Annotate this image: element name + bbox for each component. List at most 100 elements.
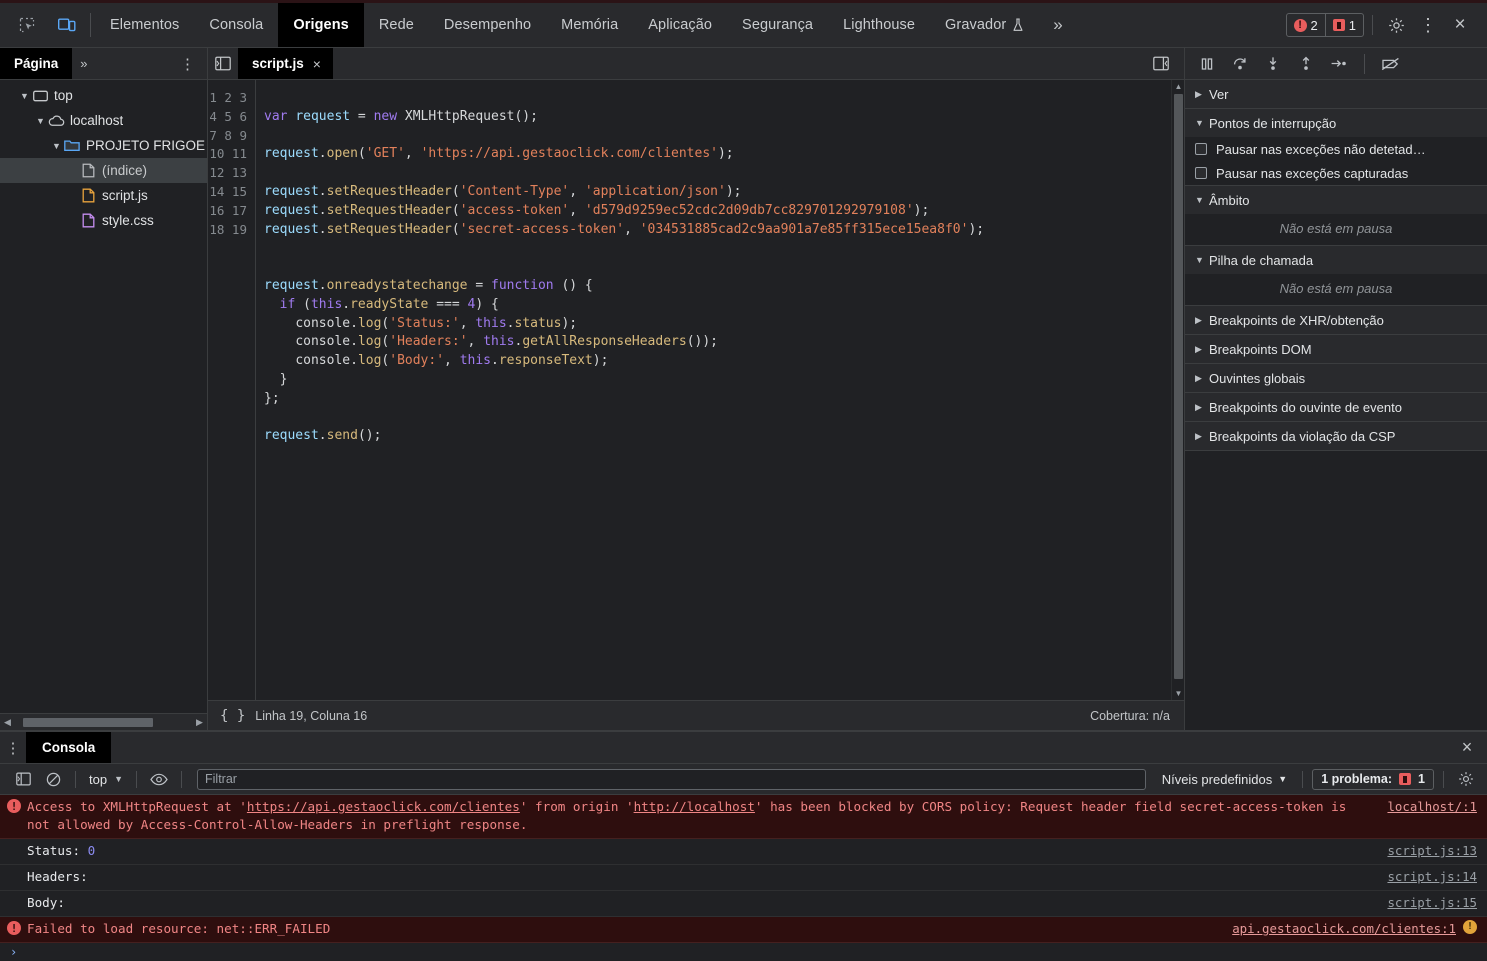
tree-item-script-js[interactable]: script.js <box>0 183 207 208</box>
kebab-icon[interactable]: ⋮ <box>1413 10 1443 40</box>
console-message-source-link[interactable]: script.js:14 <box>1387 868 1477 886</box>
close-icon[interactable]: × <box>313 56 321 72</box>
section-header-ver[interactable]: ▶ Ver <box>1185 80 1487 108</box>
resume-pause-button[interactable] <box>1193 51 1220 77</box>
chevron-down-icon[interactable]: ▼ <box>50 141 63 151</box>
console-context-selector[interactable]: top ▼ <box>85 772 127 787</box>
error-count-badge[interactable]: ! 2 <box>1287 14 1325 36</box>
tree-item-indice[interactable]: (índice) <box>0 158 207 183</box>
section-header-event-listener-breakpoints[interactable]: ▶ Breakpoints do ouvinte de evento <box>1185 393 1487 421</box>
tab-rede[interactable]: Rede <box>364 3 429 47</box>
console-message-source-link[interactable]: script.js:13 <box>1387 842 1477 860</box>
scroll-left-arrow[interactable]: ◀ <box>0 717 15 728</box>
scroll-thumb[interactable] <box>23 717 153 727</box>
step-out-button[interactable] <box>1292 51 1319 77</box>
checkbox[interactable] <box>1195 167 1207 179</box>
console-message-headers[interactable]: Headers: script.js:14 <box>0 865 1487 891</box>
navigator-tab-pagina[interactable]: Página <box>0 48 73 79</box>
console-settings-gear-icon[interactable] <box>1453 767 1479 791</box>
section-header-dom-breakpoints[interactable]: ▶ Breakpoints DOM <box>1185 335 1487 363</box>
source-code[interactable]: var request = new XMLHttpRequest(); requ… <box>256 80 1184 700</box>
step-button[interactable] <box>1325 51 1352 77</box>
tab-gravador[interactable]: Gravador <box>930 3 1039 47</box>
console-levels-selector[interactable]: Níveis predefinidos ▼ <box>1156 772 1293 787</box>
checkbox[interactable] <box>1195 143 1207 155</box>
chevron-down-icon[interactable]: ▼ <box>18 91 31 101</box>
console-link[interactable]: https://api.gestaoclick.com/clientes <box>247 799 520 814</box>
navigator-more-button[interactable]: » <box>72 48 95 79</box>
tab-elementos[interactable]: Elementos <box>95 3 194 47</box>
deactivate-breakpoints-button[interactable] <box>1377 51 1404 77</box>
checkbox-row-caught-exceptions[interactable]: Pausar nas exceções capturadas <box>1185 161 1487 185</box>
console-problems-badge[interactable]: 1 problema: 1 <box>1312 768 1434 790</box>
navigator-horizontal-scrollbar[interactable]: ◀ ▶ <box>0 713 207 730</box>
console-message-source-link[interactable]: script.js:15 <box>1387 894 1477 912</box>
tab-seguranca[interactable]: Segurança <box>727 3 828 47</box>
tree-item-style-css[interactable]: style.css <box>0 208 207 233</box>
toolbar-divider-2 <box>1372 15 1373 35</box>
warning-icon <box>1332 19 1345 31</box>
tree-item-projeto-frigoe[interactable]: ▼ PROJETO FRIGOE <box>0 133 207 158</box>
navigator-kebab-icon[interactable]: ⋮ <box>168 48 207 79</box>
console-message-source-link[interactable]: api.gestaoclick.com/clientes:1 <box>1232 920 1456 938</box>
show-debugger-sidebar-icon[interactable] <box>1146 56 1176 71</box>
section-header-breakpoints[interactable]: ▼ Pontos de interrupção <box>1185 109 1487 137</box>
section-header-call-stack[interactable]: ▼ Pilha de chamada <box>1185 246 1487 274</box>
section-header-csp-violation-breakpoints[interactable]: ▶ Breakpoints da violação da CSP <box>1185 422 1487 450</box>
drawer-close-icon[interactable]: × <box>1447 732 1487 763</box>
scroll-right-arrow[interactable]: ▶ <box>192 717 207 728</box>
tab-memoria[interactable]: Memória <box>546 3 633 47</box>
drawer-tab-consola[interactable]: Consola <box>26 732 112 763</box>
section-title: Pilha de chamada <box>1209 252 1314 268</box>
step-into-button[interactable] <box>1259 51 1286 77</box>
file-tree: ▼ top ▼ localhost ▼ PROJETO FRIGOE (índi… <box>0 80 207 713</box>
gear-icon[interactable] <box>1381 10 1411 40</box>
console-message-source-link[interactable]: localhost/:1 <box>1387 798 1477 816</box>
tab-origens[interactable]: Origens <box>278 3 364 47</box>
chevron-right-icon: ▶ <box>1195 314 1202 325</box>
section-header-xhr-breakpoints[interactable]: ▶ Breakpoints de XHR/obtenção <box>1185 306 1487 334</box>
console-message-body[interactable]: Body: script.js:15 <box>0 891 1487 917</box>
warning-count-badge[interactable]: 1 <box>1324 14 1363 36</box>
step-over-button[interactable] <box>1226 51 1253 77</box>
editor-tab-script-js[interactable]: script.js × <box>238 48 333 79</box>
scroll-down-arrow[interactable]: ▼ <box>1172 687 1184 700</box>
tab-lighthouse[interactable]: Lighthouse <box>828 3 930 47</box>
live-expression-eye-icon[interactable] <box>146 767 172 791</box>
show-navigator-icon[interactable] <box>208 48 238 79</box>
console-sidebar-icon[interactable] <box>10 767 36 791</box>
more-tabs-button[interactable]: » <box>1039 3 1076 47</box>
scroll-thumb[interactable] <box>1174 94 1183 679</box>
tab-consola[interactable]: Consola <box>194 3 278 47</box>
section-header-global-listeners[interactable]: ▶ Ouvintes globais <box>1185 364 1487 392</box>
editor-vertical-scrollbar[interactable]: ▲ ▼ <box>1171 80 1184 700</box>
console-message-failed-to-load[interactable]: ! Failed to load resource: net::ERR_FAIL… <box>0 917 1487 943</box>
tab-desempenho[interactable]: Desempenho <box>429 3 546 47</box>
device-toolbar-icon[interactable] <box>54 12 80 38</box>
cloud-icon <box>47 115 65 127</box>
issue-badges: ! 2 1 <box>1285 13 1364 37</box>
drawer-kebab-icon[interactable]: ⋮ <box>0 732 26 763</box>
close-icon[interactable]: × <box>1445 10 1475 40</box>
chevron-down-icon[interactable]: ▼ <box>34 116 47 126</box>
code-editor[interactable]: 1 2 3 4 5 6 7 8 9 10 11 12 13 14 15 16 1… <box>208 80 1184 700</box>
tab-aplicacao[interactable]: Aplicação <box>633 3 727 47</box>
pretty-print-icon[interactable]: { } <box>220 708 245 724</box>
scroll-track[interactable] <box>15 717 192 727</box>
tree-item-top[interactable]: ▼ top <box>0 83 207 108</box>
section-header-scope[interactable]: ▼ Âmbito <box>1185 186 1487 214</box>
clear-console-icon[interactable] <box>40 767 66 791</box>
inspect-element-icon[interactable] <box>14 12 40 38</box>
editor-tabbar-right <box>1146 48 1184 79</box>
console-message-cors-error[interactable]: ! Access to XMLHttpRequest at 'https://a… <box>0 795 1487 839</box>
log-label: Body: <box>27 895 65 910</box>
tree-item-localhost[interactable]: ▼ localhost <box>0 108 207 133</box>
scroll-up-arrow[interactable]: ▲ <box>1172 80 1184 93</box>
console-prompt[interactable]: › <box>0 943 1487 961</box>
issue-warning-icon[interactable]: ! <box>1463 920 1477 934</box>
console-link[interactable]: http://localhost <box>634 799 755 814</box>
console-filter-input[interactable] <box>197 768 1146 790</box>
checkbox-row-uncaught-exceptions[interactable]: Pausar nas exceções não detetad… <box>1185 137 1487 161</box>
console-message-status[interactable]: Status: 0 script.js:13 <box>0 839 1487 865</box>
chevron-down-icon: ▼ <box>114 774 123 784</box>
